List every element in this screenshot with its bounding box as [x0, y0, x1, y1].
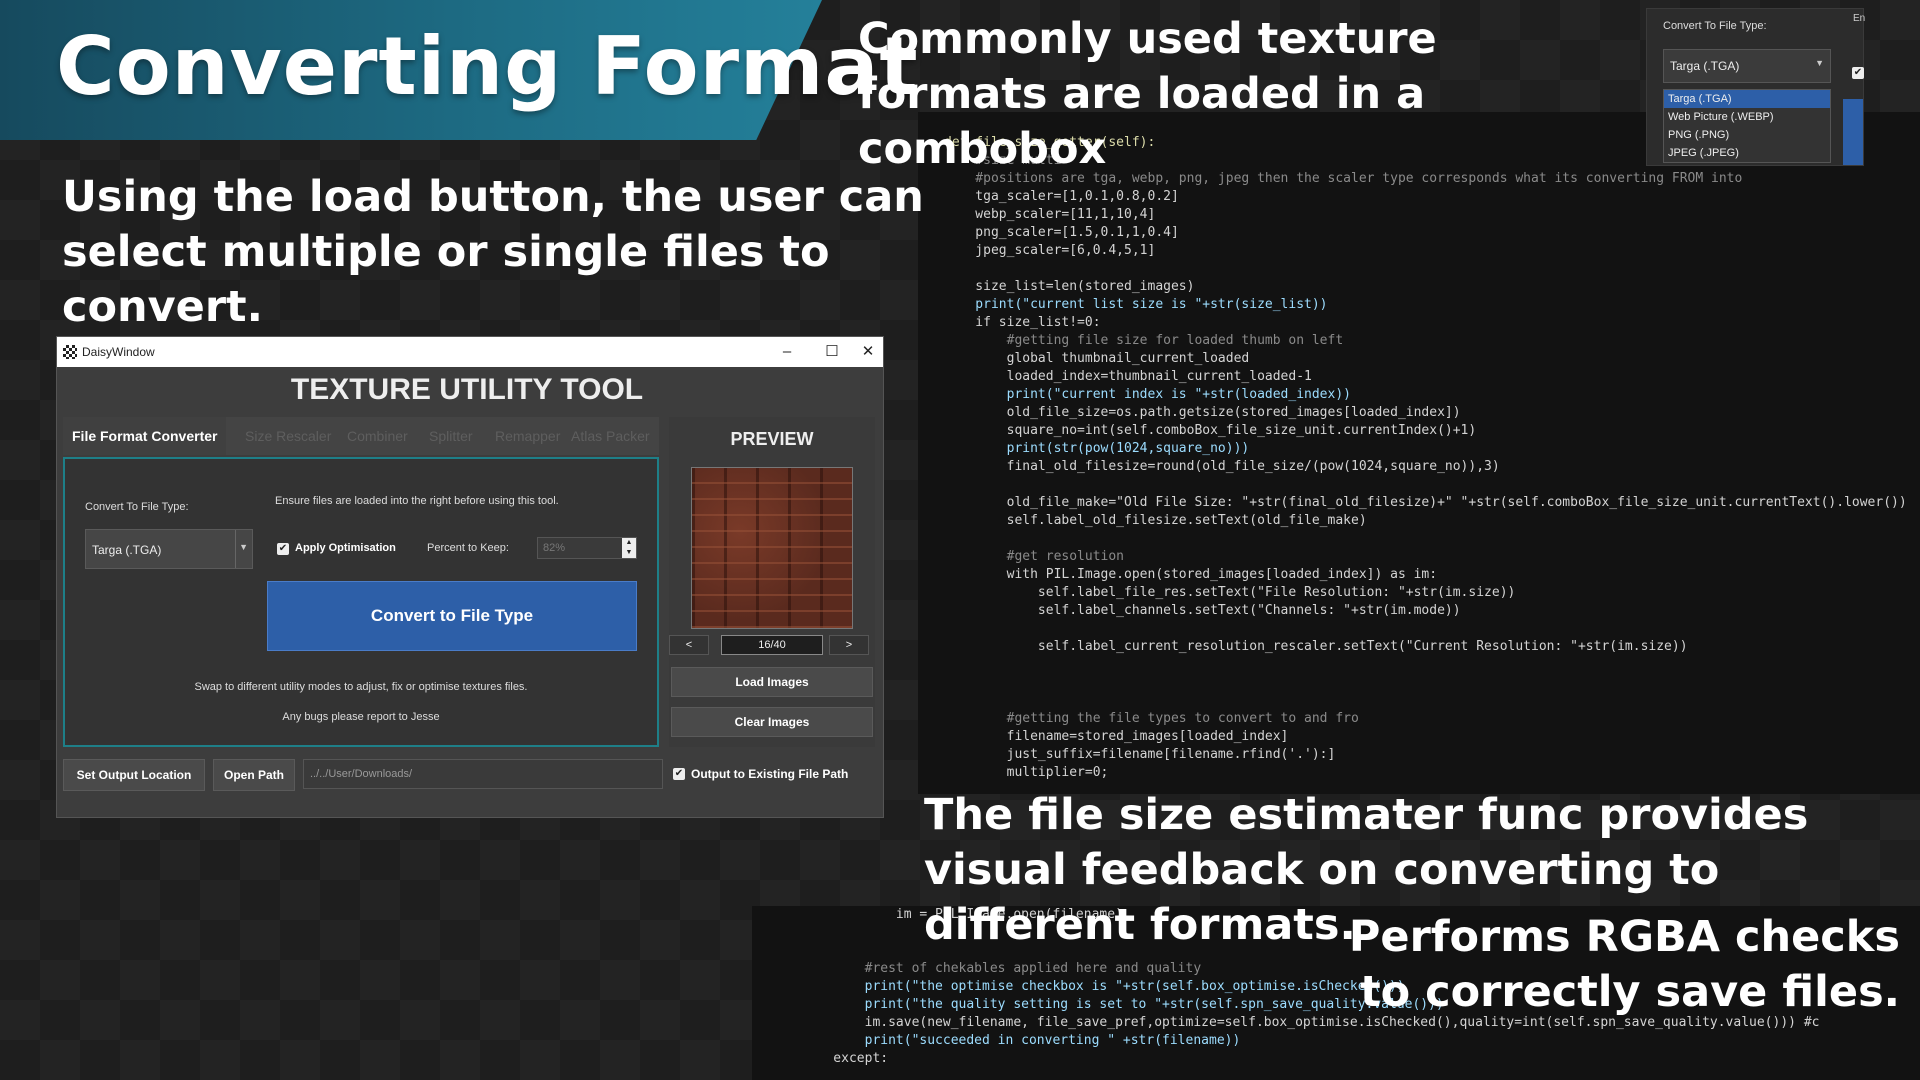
chevron-down-icon: ▼ [1815, 58, 1824, 68]
open-path-button[interactable]: Open Path [213, 759, 295, 791]
set-output-location-button[interactable]: Set Output Location [63, 759, 205, 791]
percent-spinbox[interactable]: 82% ▲ ▼ [537, 537, 637, 559]
code-line: global thumbnail_current_loaded [944, 351, 1250, 366]
load-images-button[interactable]: Load Images [671, 667, 873, 697]
caption-load: Using the load button, the user can sele… [62, 172, 924, 332]
mode-tabs: File Format Converter Size Rescaler Comb… [63, 417, 659, 455]
existing-path-checkbox[interactable]: ✔ [673, 768, 685, 780]
code-line: self.label_current_resolution_rescaler.s… [944, 639, 1688, 654]
tab-splitter[interactable]: Splitter [429, 417, 473, 455]
preview-title: PREVIEW [730, 429, 814, 449]
slide-title: Converting Format [56, 20, 919, 113]
app-icon [63, 345, 77, 359]
checkbox[interactable]: ✔ [1852, 67, 1864, 79]
code-line: print("current list size is "+str(size_l… [944, 297, 1328, 312]
option-webp[interactable]: Web Picture (.WEBP) [1664, 108, 1830, 126]
note-modes: Swap to different utility modes to adjus… [194, 681, 528, 693]
option-png[interactable]: PNG (.PNG) [1664, 126, 1830, 144]
close-icon[interactable]: ✕ [853, 341, 883, 363]
code-line: print(str(pow(1024,square_no))) [944, 441, 1250, 456]
tab-remapper[interactable]: Remapper [495, 417, 560, 455]
code-line: #getting file size for loaded thumb on l… [944, 333, 1344, 348]
code-line: self.label_old_filesize.setText(old_file… [944, 513, 1367, 528]
output-path-input[interactable]: ../../User/Downloads/ [303, 759, 663, 789]
caption-rgba: Performs RGBA checks to correctly save f… [1348, 912, 1900, 1017]
code-line: square_no=int(self.comboBox_file_size_un… [944, 423, 1477, 438]
optimisation-checkbox[interactable]: ✔ [277, 543, 289, 555]
tab-file-format-converter[interactable]: File Format Converter [63, 417, 227, 455]
code-line: old_file_size=os.path.getsize(stored_ima… [944, 405, 1461, 420]
clear-images-button[interactable]: Clear Images [671, 707, 873, 737]
preview-panel: PREVIEW < 16/40 > Load Images Clear Imag… [669, 417, 875, 747]
convert-to-label: Convert To File Type: [85, 501, 189, 513]
title-bar: DaisyWindow – ☐ ✕ [57, 337, 883, 367]
code-line: #get resolution [944, 549, 1125, 564]
option-tga[interactable]: Targa (.TGA) [1664, 90, 1830, 108]
texture-thumbnail [691, 467, 853, 629]
caption-combobox: Commonly used texture formats are loaded… [858, 14, 1437, 174]
file-type-combobox[interactable]: Targa (.TGA) ▼ [1663, 49, 1831, 83]
chevron-down-icon: ▼ [239, 542, 248, 552]
app-title: TEXTURE UTILITY TOOL [290, 373, 644, 406]
next-button[interactable]: > [829, 635, 869, 655]
tab-combiner[interactable]: Combiner [347, 417, 408, 455]
option-jpeg[interactable]: JPEG (.JPEG) [1664, 144, 1830, 162]
code-line: jpeg_scaler=[6,0.4,5,1] [944, 243, 1156, 258]
code-line: webp_scaler=[11,1,10,4] [944, 207, 1156, 222]
code-line: print("succeeded in converting " +str(fi… [802, 1033, 1241, 1048]
code-line: old_file_make="Old File Size: "+str(fina… [944, 495, 1907, 510]
code-line: self.label_channels.setText("Channels: "… [944, 603, 1461, 618]
file-type-options: Targa (.TGA) Web Picture (.WEBP) PNG (.P… [1663, 89, 1831, 163]
code-line: with PIL.Image.open(stored_images[loaded… [944, 567, 1438, 582]
load-hint: Ensure files are loaded into the right b… [275, 495, 559, 507]
optimisation-label: Apply Optimisation [295, 542, 396, 554]
combobox-dropdown-preview: Convert To File Type: En Targa (.TGA) ▼ … [1646, 8, 1866, 166]
convert-to-label: Convert To File Type: [1663, 20, 1767, 32]
selection-bar [1843, 99, 1863, 165]
prev-button[interactable]: < [669, 635, 709, 655]
code-line: filename=stored_images[loaded_index] [944, 729, 1289, 744]
maximize-icon[interactable]: ☐ [817, 341, 847, 363]
output-bar: Set Output Location Open Path ../../User… [57, 749, 883, 799]
code-line: multiplier=0; [944, 765, 1109, 780]
convert-button[interactable]: Convert to File Type [267, 581, 637, 651]
file-type-combobox[interactable]: Targa (.TGA) ▼ [85, 529, 253, 569]
code-line: final_old_filesize=round(old_file_size/(… [944, 459, 1500, 474]
app-window: DaisyWindow – ☐ ✕ TEXTURE UTILITY TOOL F… [56, 336, 884, 818]
code-line: self.label_file_res.setText("File Resolu… [944, 585, 1516, 600]
code-line: except: [802, 1051, 889, 1066]
image-counter: 16/40 [721, 635, 823, 655]
tab-atlas-packer[interactable]: Atlas Packer [571, 417, 650, 455]
code-line: if size_list!=0: [944, 315, 1101, 330]
code-line: png_scaler=[1.5,0.1,1,0.4] [944, 225, 1179, 240]
window-title: DaisyWindow [82, 345, 155, 359]
code-line: size_list=len(stored_images) [944, 279, 1195, 294]
code-panel-main: def file_size_getter(self): #size multi … [918, 112, 1920, 794]
minimize-icon[interactable]: – [772, 341, 802, 363]
code-line: #getting the file types to convert to an… [944, 711, 1359, 726]
converter-panel: Convert To File Type: Targa (.TGA) ▼ Ens… [63, 457, 659, 747]
code-line: loaded_index=thumbnail_current_loaded-1 [944, 369, 1312, 384]
spin-arrows-icon[interactable]: ▲ ▼ [622, 538, 636, 558]
corner-text: En [1853, 13, 1866, 24]
percent-label: Percent to Keep: [427, 542, 509, 554]
note-bugs: Any bugs please report to Jesse [282, 711, 440, 723]
code-line: tga_scaler=[1,0.1,0.8,0.2] [944, 189, 1179, 204]
tab-size-rescaler[interactable]: Size Rescaler [245, 417, 331, 455]
code-line: just_suffix=filename[filename.rfind('.')… [944, 747, 1336, 762]
existing-path-label: Output to Existing File Path [691, 767, 849, 781]
code-line: print("current index is "+str(loaded_ind… [944, 387, 1351, 402]
